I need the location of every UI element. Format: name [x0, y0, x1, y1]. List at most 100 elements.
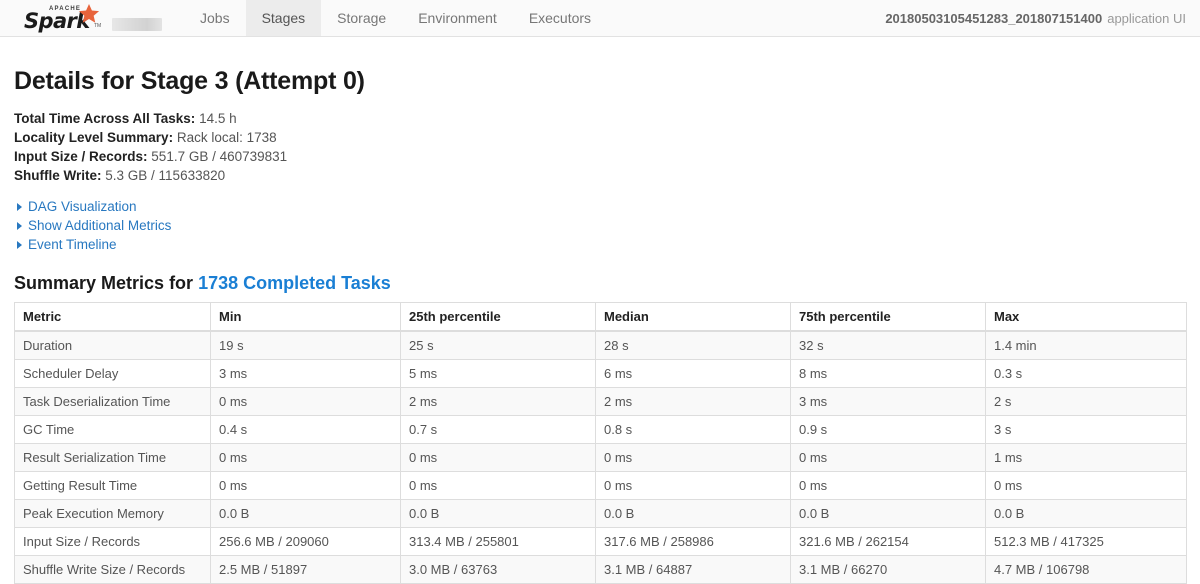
- chevron-right-icon: [17, 222, 22, 230]
- collapsible-sections: DAG Visualization Show Additional Metric…: [14, 198, 1186, 254]
- column-header-median[interactable]: Median: [595, 302, 791, 332]
- cell-p25: 0.7 s: [400, 415, 596, 444]
- toggle-label: Show Additional Metrics: [28, 218, 172, 233]
- cell-max: 4.7 MB / 106798: [985, 555, 1187, 584]
- toggle-dag-visualization[interactable]: DAG Visualization: [14, 198, 1186, 216]
- table-row: Scheduler Delay 3 ms 5 ms 6 ms 8 ms 0.3 …: [14, 359, 1187, 388]
- summary-value: 551.7 GB / 460739831: [151, 149, 288, 164]
- cell-median: 3.1 MB / 64887: [595, 555, 791, 584]
- tab-storage[interactable]: Storage: [321, 0, 402, 36]
- chevron-right-icon: [17, 241, 22, 249]
- table-row: Peak Execution Memory 0.0 B 0.0 B 0.0 B …: [14, 499, 1187, 528]
- cell-min: 19 s: [210, 330, 401, 360]
- column-header-min[interactable]: Min: [210, 302, 401, 332]
- table-row: GC Time 0.4 s 0.7 s 0.8 s 0.9 s 3 s: [14, 415, 1187, 444]
- cell-p75: 321.6 MB / 262154: [790, 527, 986, 556]
- cell-median: 0.0 B: [595, 499, 791, 528]
- application-id: 20180503105451283_201807151400: [885, 10, 1103, 26]
- summary-label: Input Size / Records:: [14, 149, 148, 164]
- navbar-tabs: Jobs Stages Storage Environment Executor…: [184, 0, 607, 36]
- cell-metric: Task Deserialization Time: [14, 387, 211, 416]
- cell-max: 0.3 s: [985, 359, 1187, 388]
- cell-metric: Duration: [14, 330, 211, 360]
- cell-median: 0.8 s: [595, 415, 791, 444]
- cell-min: 2.5 MB / 51897: [210, 555, 401, 584]
- table-row: Result Serialization Time 0 ms 0 ms 0 ms…: [14, 443, 1187, 472]
- tab-environment[interactable]: Environment: [402, 0, 513, 36]
- cell-metric: Scheduler Delay: [14, 359, 211, 388]
- page-title: Details for Stage 3 (Attempt 0): [14, 67, 365, 95]
- cell-max: 1.4 min: [985, 330, 1187, 360]
- cell-p25: 0.0 B: [400, 499, 596, 528]
- toggle-label: Event Timeline: [28, 237, 117, 252]
- table-row: Task Deserialization Time 0 ms 2 ms 2 ms…: [14, 387, 1187, 416]
- table-row: Getting Result Time 0 ms 0 ms 0 ms 0 ms …: [14, 471, 1187, 500]
- cell-max: 0 ms: [985, 471, 1187, 500]
- table-header: Metric Min 25th percentile Median 75th p…: [14, 302, 1187, 332]
- summary-item-total-time: Total Time Across All Tasks: 14.5 h: [14, 110, 1186, 128]
- completed-tasks-link[interactable]: 1738 Completed Tasks: [198, 273, 391, 293]
- tab-executors[interactable]: Executors: [513, 0, 607, 36]
- spark-logo: APACHE Spark TM: [22, 3, 104, 34]
- star-icon: [78, 3, 100, 23]
- table-row: Duration 19 s 25 s 28 s 32 s 1.4 min: [14, 330, 1187, 360]
- cell-min: 0 ms: [210, 387, 401, 416]
- cell-metric: Getting Result Time: [14, 471, 211, 500]
- cell-max: 1 ms: [985, 443, 1187, 472]
- cell-metric: GC Time: [14, 415, 211, 444]
- summary-value: 5.3 GB / 115633820: [105, 168, 226, 183]
- cell-max: 2 s: [985, 387, 1187, 416]
- page-content: Details for Stage 3 (Attempt 0) Total Ti…: [0, 67, 1200, 584]
- stage-summary-list: Total Time Across All Tasks: 14.5 h Loca…: [14, 110, 1186, 185]
- cell-p75: 0.0 B: [790, 499, 986, 528]
- summary-value: Rack local: 1738: [176, 130, 277, 145]
- cell-metric: Peak Execution Memory: [14, 499, 211, 528]
- summary-item-locality-level: Locality Level Summary: Rack local: 1738: [14, 129, 1186, 147]
- cell-metric: Input Size / Records: [14, 527, 211, 556]
- summary-item-shuffle-write: Shuffle Write: 5.3 GB / 115633820: [14, 167, 1186, 185]
- spark-logo-link[interactable]: APACHE Spark TM: [0, 0, 162, 36]
- column-header-p75[interactable]: 75th percentile: [790, 302, 986, 332]
- cell-p25: 3.0 MB / 63763: [400, 555, 596, 584]
- cell-metric: Result Serialization Time: [14, 443, 211, 472]
- summary-label: Total Time Across All Tasks:: [14, 111, 196, 126]
- cell-median: 317.6 MB / 258986: [595, 527, 791, 556]
- cell-max: 512.3 MB / 417325: [985, 527, 1187, 556]
- cell-p75: 3.1 MB / 66270: [790, 555, 986, 584]
- tab-stages[interactable]: Stages: [245, 0, 322, 36]
- cell-median: 0 ms: [595, 471, 791, 500]
- navbar-app-title: 20180503105451283_201807151400 applicati…: [885, 0, 1200, 36]
- toggle-label: DAG Visualization: [28, 199, 137, 214]
- cell-p75: 3 ms: [790, 387, 986, 416]
- chevron-right-icon: [17, 203, 22, 211]
- cell-min: 0 ms: [210, 443, 401, 472]
- cell-p25: 5 ms: [400, 359, 596, 388]
- table-row: Shuffle Write Size / Records 2.5 MB / 51…: [14, 555, 1187, 584]
- cell-min: 3 ms: [210, 359, 401, 388]
- application-ui-label: application UI: [1107, 10, 1186, 26]
- cell-min: 0.0 B: [210, 499, 401, 528]
- cell-min: 256.6 MB / 209060: [210, 527, 401, 556]
- cell-p25: 0 ms: [400, 471, 596, 500]
- summary-metrics-heading: Summary Metrics for 1738 Completed Tasks: [14, 273, 1186, 294]
- cell-median: 6 ms: [595, 359, 791, 388]
- cell-median: 28 s: [595, 330, 791, 360]
- summary-metrics-table: Metric Min 25th percentile Median 75th p…: [14, 302, 1187, 584]
- cell-median: 0 ms: [595, 443, 791, 472]
- cell-min: 0 ms: [210, 471, 401, 500]
- column-header-max[interactable]: Max: [985, 302, 1187, 332]
- cell-metric: Shuffle Write Size / Records: [14, 555, 211, 584]
- column-header-p25[interactable]: 25th percentile: [400, 302, 596, 332]
- tab-jobs[interactable]: Jobs: [184, 0, 246, 36]
- cell-p75: 0.9 s: [790, 415, 986, 444]
- column-header-metric[interactable]: Metric: [14, 302, 211, 332]
- toggle-show-additional-metrics[interactable]: Show Additional Metrics: [14, 217, 1186, 235]
- summary-label: Shuffle Write:: [14, 168, 102, 183]
- table-header-row: Metric Min 25th percentile Median 75th p…: [14, 302, 1187, 332]
- cell-p75: 0 ms: [790, 471, 986, 500]
- cell-median: 2 ms: [595, 387, 791, 416]
- cell-p75: 32 s: [790, 330, 986, 360]
- cell-p25: 2 ms: [400, 387, 596, 416]
- toggle-event-timeline[interactable]: Event Timeline: [14, 236, 1186, 254]
- table-body: Duration 19 s 25 s 28 s 32 s 1.4 min Sch…: [14, 330, 1187, 584]
